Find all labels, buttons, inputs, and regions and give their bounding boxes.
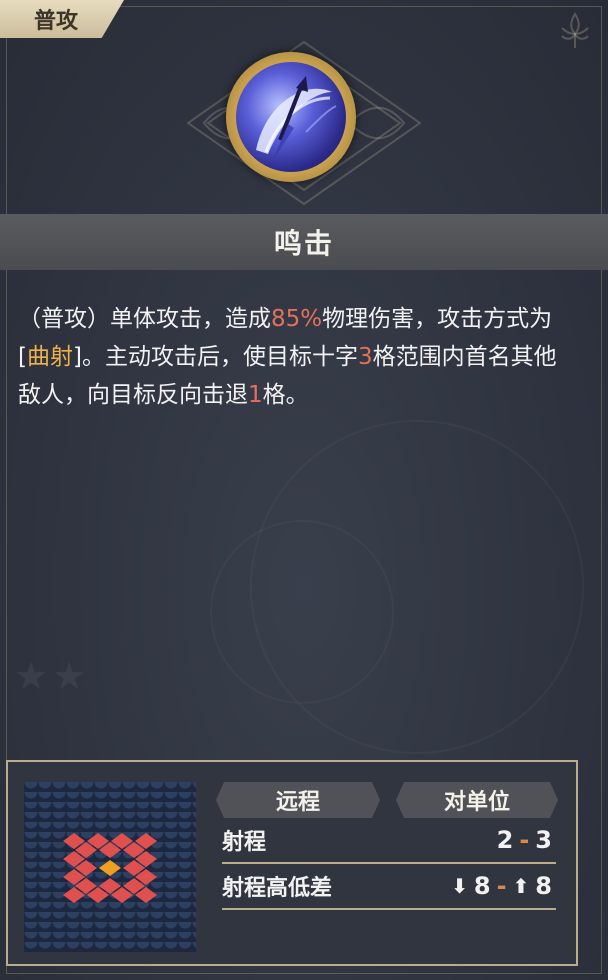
bow-arc-icon: [236, 62, 346, 172]
attack-mode-keyword[interactable]: 曲射: [27, 344, 73, 370]
range-pattern-grid: [24, 782, 196, 952]
skill-category-tag: 普攻: [0, 0, 124, 38]
range-pattern-svg: [63, 833, 157, 903]
skill-detail-panel: 普攻 鸣击 （普攻）单体攻击，造成85%物理伤害，攻击方式为[曲射]。主动攻击后…: [0, 0, 608, 980]
skill-description: （普攻）单体攻击，造成85%物理伤害，攻击方式为[曲射]。主动攻击后，使目标十字…: [18, 300, 578, 414]
desc-text: ]。主动攻击后，使目标十字: [72, 344, 358, 370]
height-separator: -: [496, 872, 507, 900]
height-down: 8: [473, 872, 491, 900]
skill-title: 鸣击: [0, 214, 608, 270]
range-min: 2: [496, 826, 514, 854]
arrow-up-icon: ⬆: [512, 874, 530, 898]
arrow-down-icon: ⬇: [451, 874, 468, 898]
damage-percent: 85%: [271, 306, 323, 332]
background-stars: ★★: [14, 654, 91, 698]
background-art-inner: [210, 520, 394, 704]
desc-text: （普攻）单体攻击，造成: [18, 306, 271, 332]
tag-single-target: 对单位: [396, 782, 558, 818]
stat-height-label: 射程高低差: [222, 876, 333, 901]
stat-height-row: 射程高低差 ⬇ 8 - ⬆ 8: [222, 866, 556, 910]
stat-range-label: 射程: [222, 830, 267, 855]
cross-range-value: 3: [357, 344, 373, 370]
desc-text: 格。: [262, 382, 309, 408]
fleur-ornament-icon: [561, 12, 589, 48]
stat-height-value: ⬇ 8 - ⬆ 8: [451, 872, 552, 900]
skill-icon: [226, 52, 356, 182]
range-max: 3: [535, 826, 552, 854]
tag-ranged: 远程: [216, 782, 380, 818]
knockback-value: 1: [248, 382, 263, 408]
center-cell: [99, 860, 121, 876]
stat-range-value: 2 - 3: [497, 826, 552, 854]
range-separator: -: [519, 826, 530, 854]
stat-range-row: 射程 2 - 3: [222, 820, 556, 864]
height-up: 8: [535, 872, 552, 900]
